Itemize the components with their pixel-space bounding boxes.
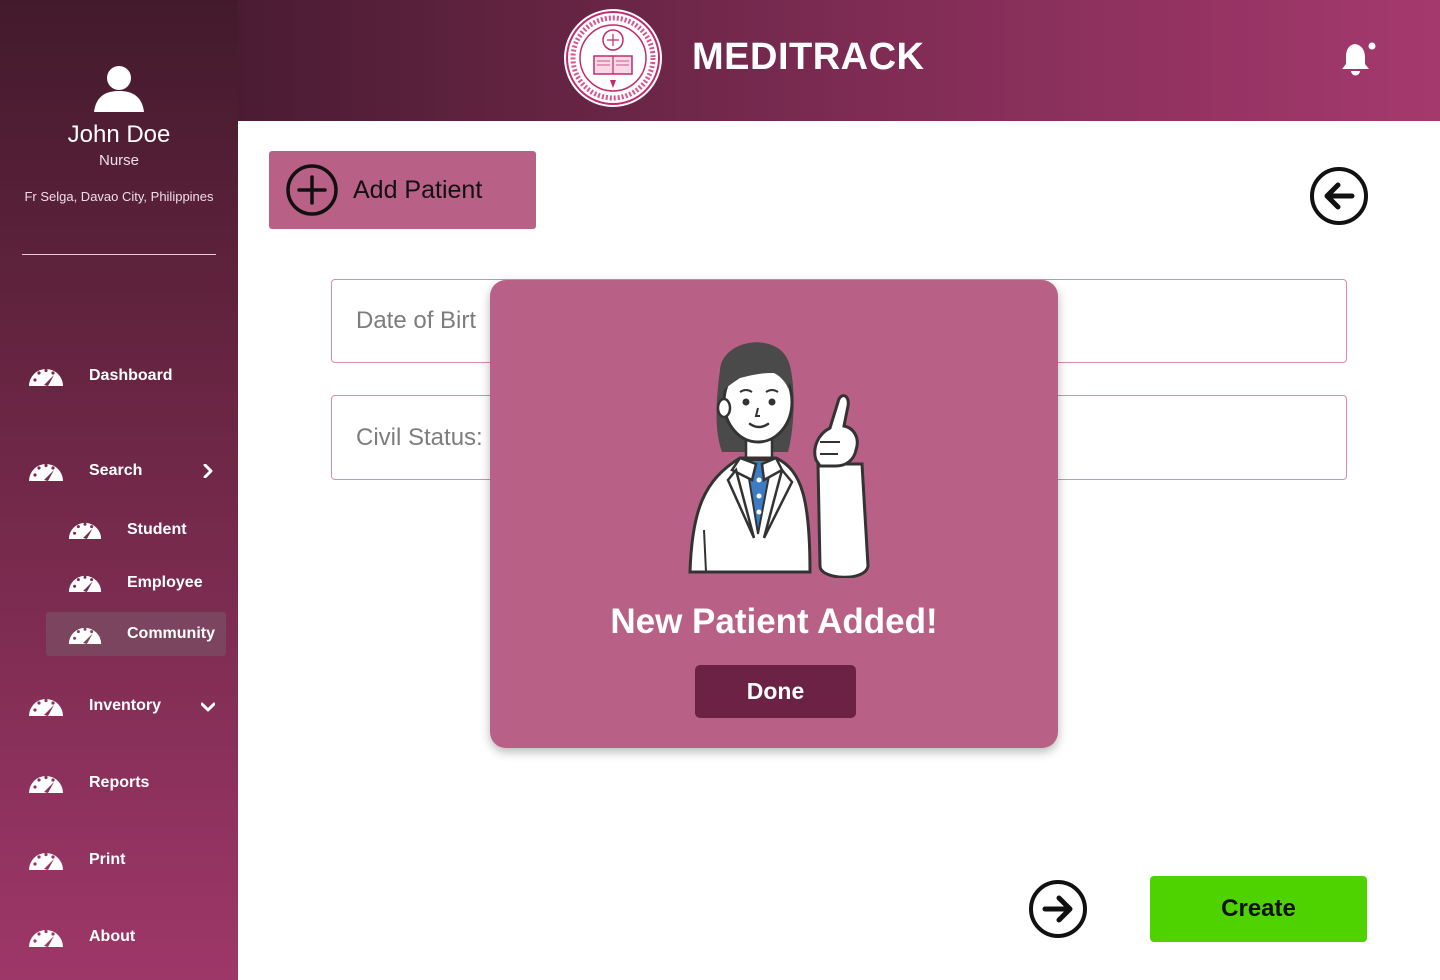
- user-avatar-icon: [94, 66, 144, 112]
- sidebar-item-label: Reports: [89, 774, 150, 791]
- sidebar-item-community[interactable]: Community: [46, 612, 226, 656]
- sidebar: John Doe Nurse Fr Selga, Davao City, Phi…: [0, 0, 238, 980]
- sidebar-item-label: Inventory: [89, 697, 162, 714]
- sidebar-item-about[interactable]: About: [27, 925, 135, 949]
- plus-circle-icon: [286, 164, 338, 216]
- nurse-thumbs-up-illustration: [688, 342, 870, 578]
- sidebar-item-print[interactable]: Print: [27, 848, 125, 872]
- success-modal: New Patient Added! Done: [490, 280, 1058, 748]
- arrow-right-circle-icon[interactable]: [1028, 879, 1088, 939]
- chevron-right-icon[interactable]: [201, 464, 215, 478]
- gauge-icon: [68, 575, 102, 592]
- user-name: John Doe: [67, 121, 171, 148]
- sidebar-item-label: Employee: [127, 573, 203, 591]
- gauge-icon: [29, 368, 63, 386]
- gauge-icon: [29, 852, 63, 870]
- sidebar-item-search[interactable]: Search: [27, 459, 142, 483]
- add-patient-label: Add Patient: [353, 175, 483, 204]
- sidebar-divider: [22, 254, 216, 255]
- gauge-icon: [68, 522, 102, 539]
- gauge-icon: [29, 463, 63, 481]
- sidebar-item-label: Community: [127, 625, 215, 642]
- gauge-icon: [29, 929, 63, 947]
- sidebar-item-reports[interactable]: Reports: [27, 771, 149, 795]
- user-location: Fr Selga, Davao City, Philippines: [24, 189, 214, 204]
- user-role: Nurse: [98, 152, 139, 169]
- sidebar-item-label: Search: [89, 462, 143, 479]
- civil-status-label: Civil Status:: [356, 423, 483, 451]
- sidebar-item-label: Print: [89, 851, 126, 868]
- chevron-down-icon[interactable]: [201, 700, 215, 714]
- sidebar-item-label: Student: [127, 520, 187, 538]
- sidebar-item-employee[interactable]: Employee: [67, 571, 203, 594]
- app-title: MEDITRACK: [692, 36, 925, 78]
- sidebar-item-dashboard[interactable]: Dashboard: [27, 364, 173, 388]
- gauge-icon: [68, 627, 102, 644]
- sidebar-item-student[interactable]: Student: [67, 518, 187, 541]
- date-of-birth-placeholder: Date of Birt: [356, 307, 477, 334]
- add-patient-button[interactable]: Add Patient: [269, 151, 536, 229]
- modal-message: New Patient Added!: [610, 602, 938, 641]
- sidebar-item-label: Dashboard: [89, 367, 173, 384]
- create-button[interactable]: Create: [1150, 876, 1367, 942]
- gauge-icon: [29, 698, 63, 716]
- gauge-icon: [29, 775, 63, 793]
- bell-icon[interactable]: [1338, 40, 1378, 76]
- sidebar-item-label: About: [89, 928, 136, 945]
- done-button[interactable]: Done: [695, 665, 856, 718]
- arrow-left-circle-icon[interactable]: [1309, 166, 1369, 226]
- sidebar-item-inventory[interactable]: Inventory: [27, 694, 161, 718]
- university-seal-logo: [564, 9, 662, 107]
